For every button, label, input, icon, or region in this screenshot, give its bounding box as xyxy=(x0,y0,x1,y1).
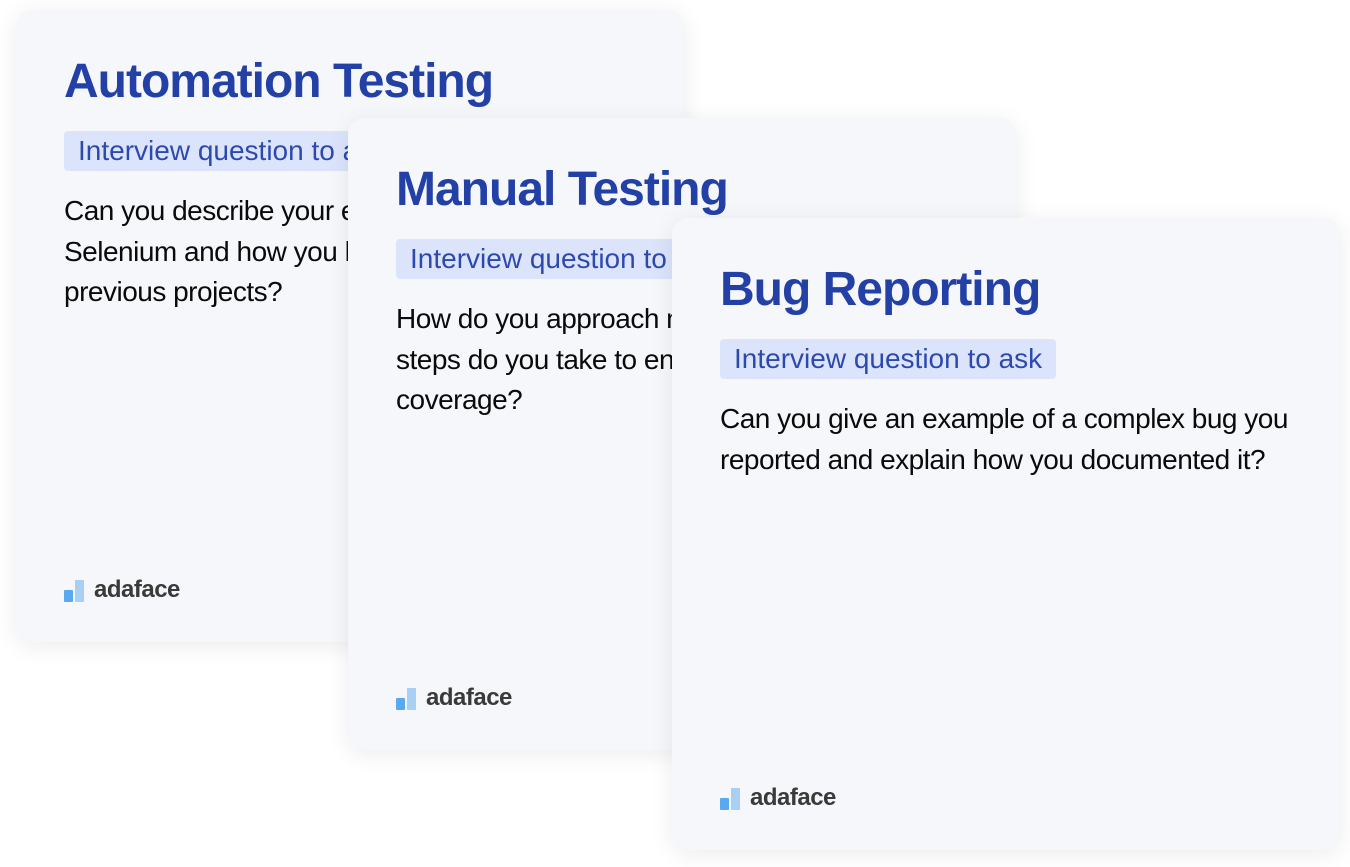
card-title: Bug Reporting xyxy=(720,262,1292,317)
brand-logo: adaface xyxy=(396,686,512,710)
bars-icon xyxy=(64,580,84,602)
interview-card-bug: Bug Reporting Interview question to ask … xyxy=(672,218,1340,850)
bars-icon xyxy=(396,688,416,710)
brand-name: adaface xyxy=(94,578,180,602)
brand-logo: adaface xyxy=(720,786,836,810)
brand-logo: adaface xyxy=(64,578,180,602)
card-title: Automation Testing xyxy=(64,54,636,109)
card-subtitle: Interview question to ask xyxy=(720,339,1056,379)
card-title: Manual Testing xyxy=(396,162,968,217)
card-question: Can you give an example of a complex bug… xyxy=(720,399,1292,480)
brand-name: adaface xyxy=(750,786,836,810)
bars-icon xyxy=(720,788,740,810)
brand-name: adaface xyxy=(426,686,512,710)
